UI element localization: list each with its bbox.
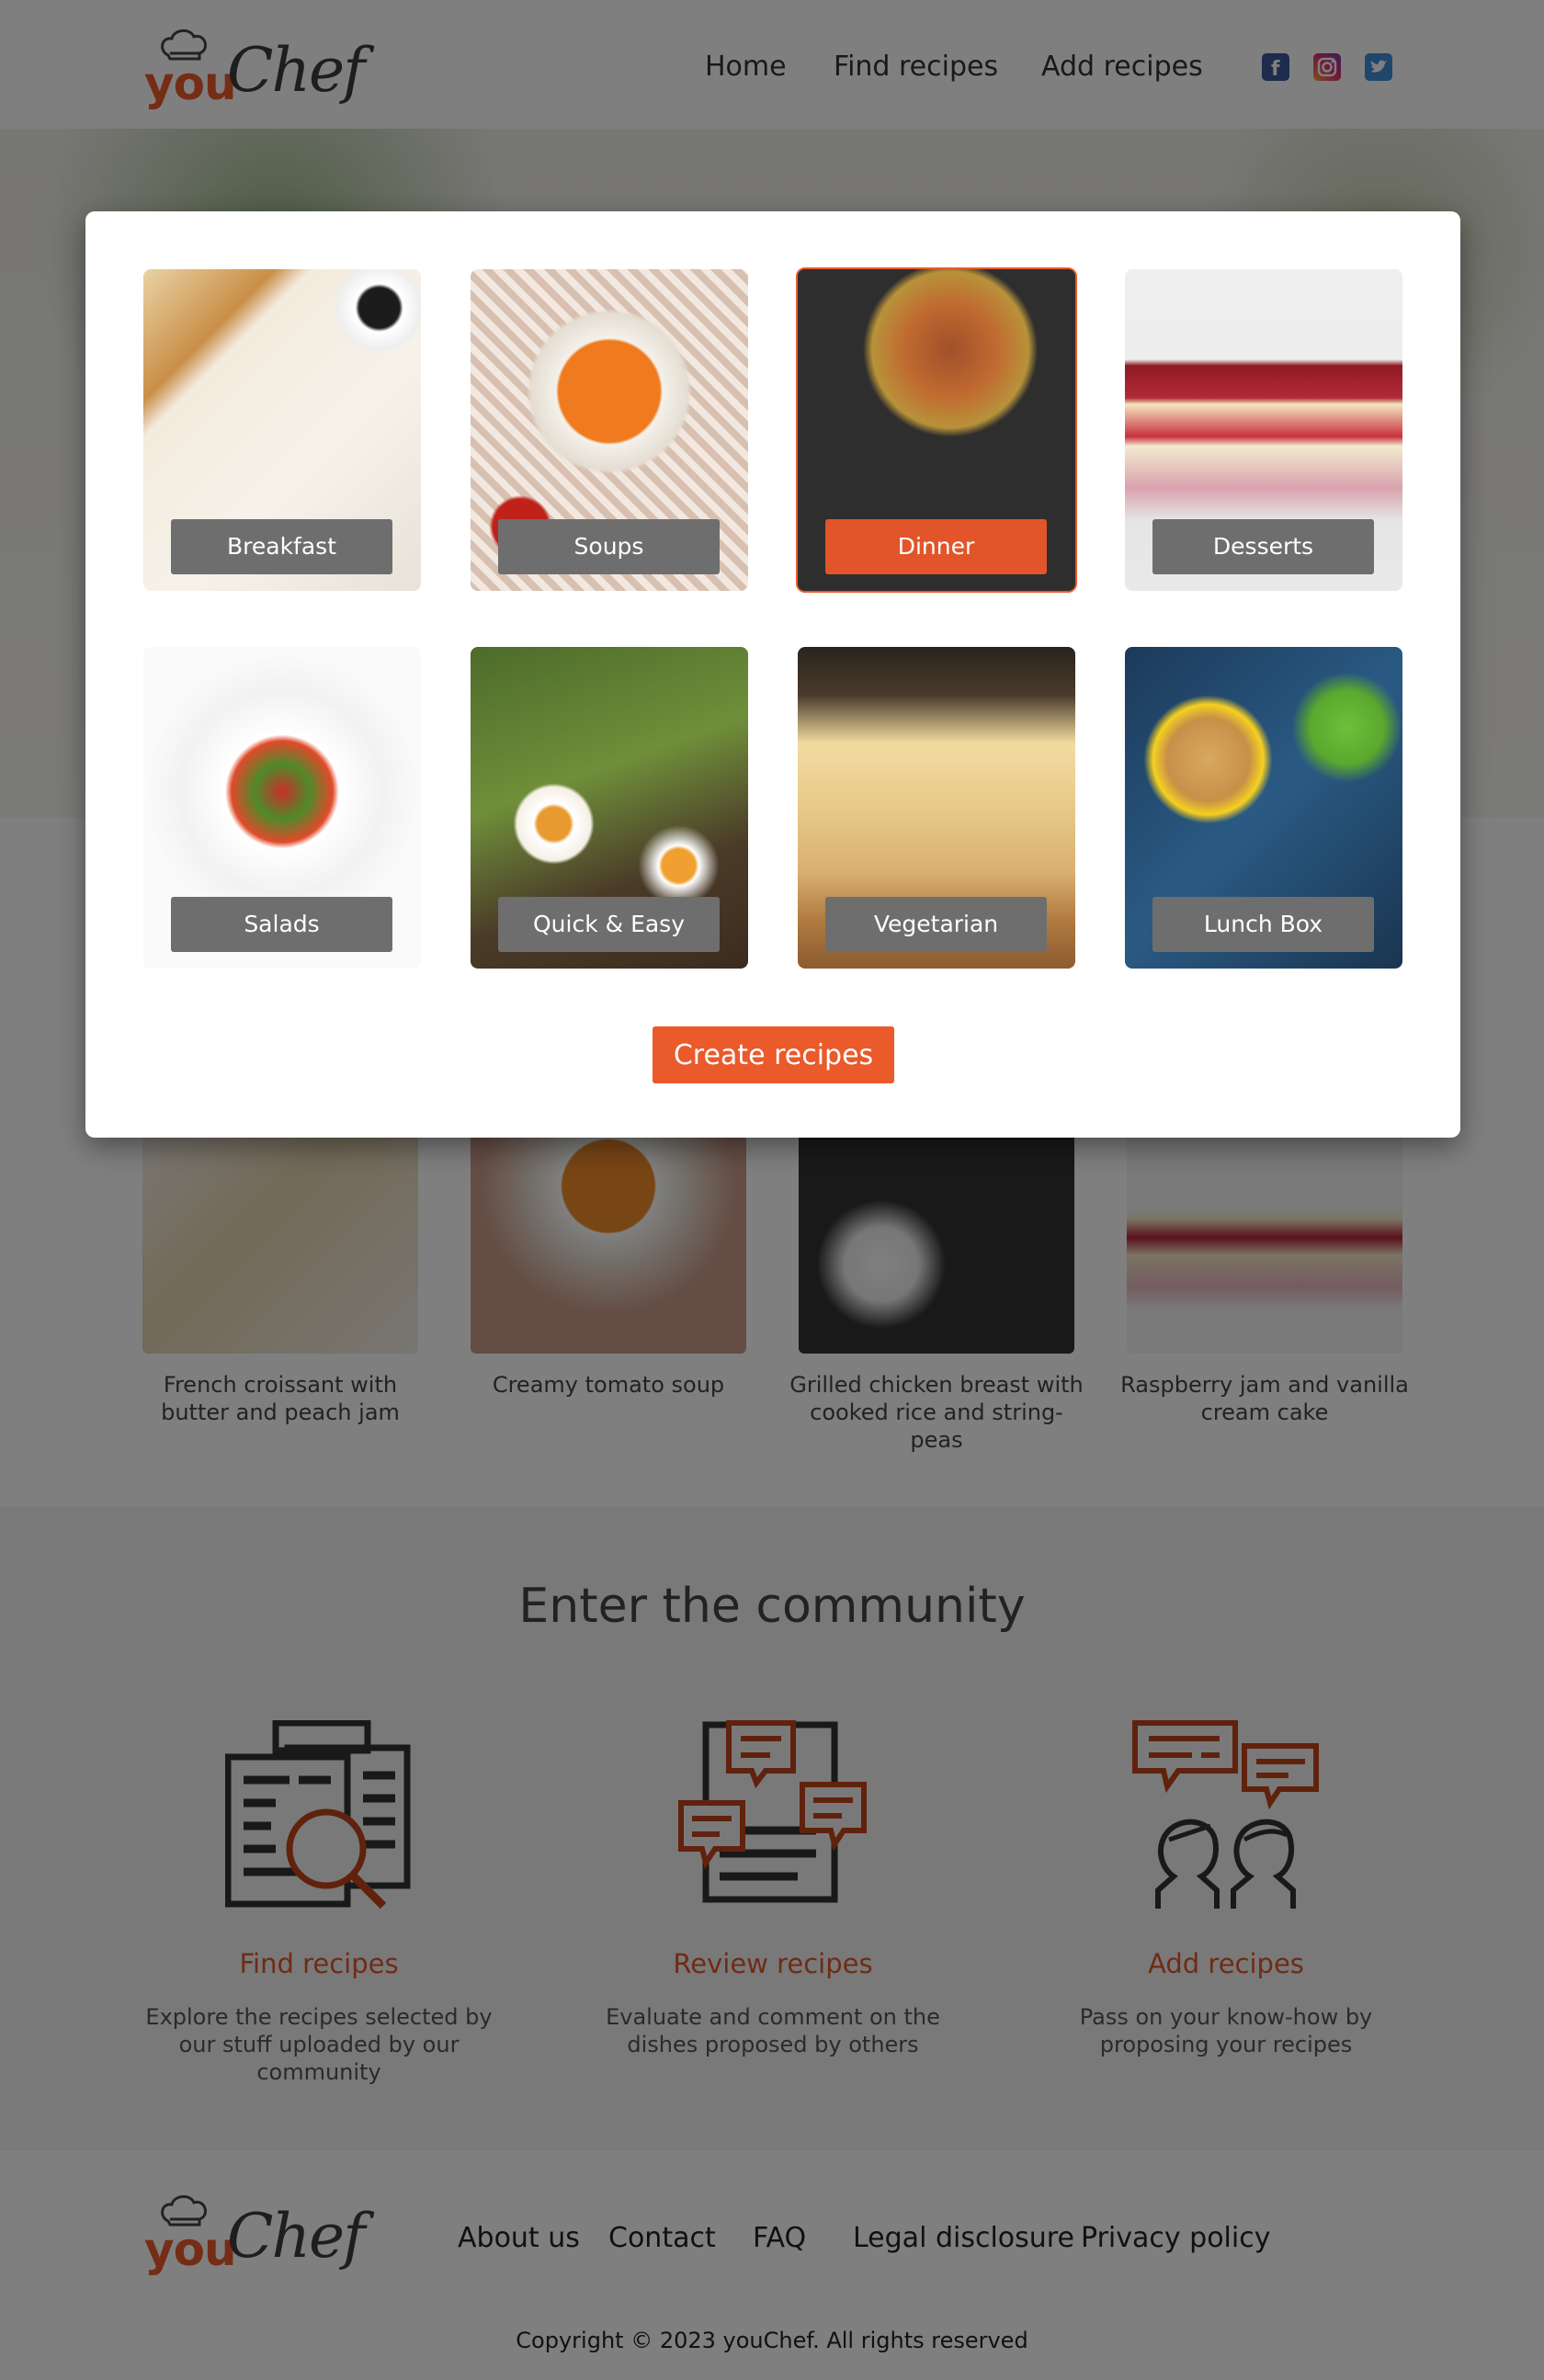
category-label: Dinner <box>825 519 1047 574</box>
category-card-dinner[interactable]: Dinner <box>796 267 1077 593</box>
create-recipes-button[interactable]: Create recipes <box>653 1026 894 1083</box>
category-card-desserts[interactable]: Desserts <box>1125 269 1402 591</box>
category-label: Lunch Box <box>1152 897 1374 952</box>
category-card-soups[interactable]: Soups <box>471 269 748 591</box>
category-card-lunch-box[interactable]: Lunch Box <box>1125 647 1402 969</box>
category-modal: Breakfast Soups Dinner Desserts Salads Q… <box>85 211 1460 1138</box>
category-label: Vegetarian <box>825 897 1047 952</box>
category-card-breakfast[interactable]: Breakfast <box>143 269 421 591</box>
category-label: Salads <box>171 897 392 952</box>
category-card-salads[interactable]: Salads <box>143 647 421 969</box>
category-card-quick-easy[interactable]: Quick & Easy <box>471 647 748 969</box>
category-label: Soups <box>498 519 720 574</box>
category-card-vegetarian[interactable]: Vegetarian <box>798 647 1075 969</box>
category-label: Desserts <box>1152 519 1374 574</box>
category-label: Quick & Easy <box>498 897 720 952</box>
category-label: Breakfast <box>171 519 392 574</box>
